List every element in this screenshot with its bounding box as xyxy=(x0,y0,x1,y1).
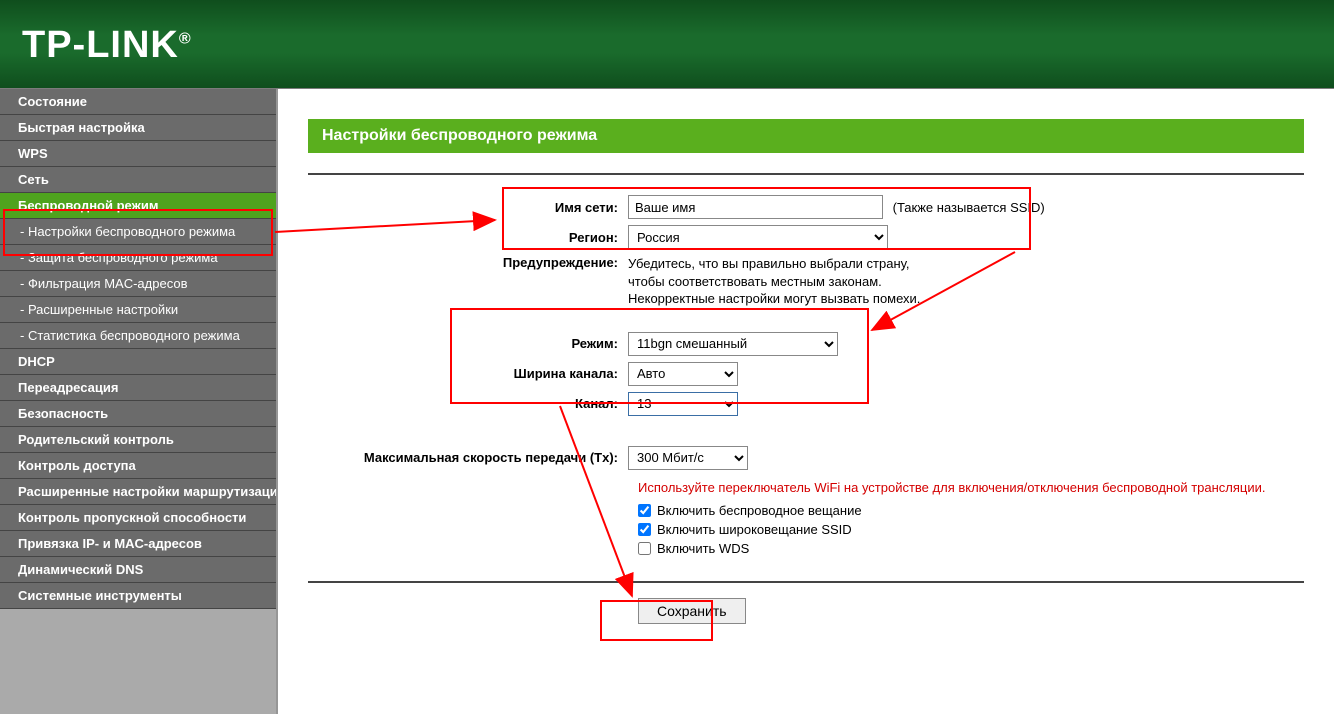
enable-wds-checkbox[interactable] xyxy=(638,542,651,555)
separator-top xyxy=(308,173,1304,175)
sidebar-item-wps[interactable]: WPS xyxy=(0,141,276,167)
sidebar-item-access[interactable]: Контроль доступа xyxy=(0,453,276,479)
txrate-label: Максимальная скорость передачи (Tx): xyxy=(308,450,628,465)
save-button[interactable]: Сохранить xyxy=(638,598,746,624)
width-label: Ширина канала: xyxy=(308,366,628,381)
sidebar-item-parental[interactable]: Родительский контроль xyxy=(0,427,276,453)
sidebar-sub-wireless-settings[interactable]: - Настройки беспроводного режима xyxy=(0,219,276,245)
sidebar-item-status[interactable]: Состояние xyxy=(0,89,276,115)
sidebar-item-ddns[interactable]: Динамический DNS xyxy=(0,557,276,583)
enable-radio-label: Включить беспроводное вещание xyxy=(657,503,862,518)
region-select[interactable]: Россия xyxy=(628,225,888,249)
sidebar-item-system[interactable]: Системные инструменты xyxy=(0,583,276,609)
sidebar-item-wireless[interactable]: Беспроводной режим xyxy=(0,193,276,219)
sidebar-item-security[interactable]: Безопасность xyxy=(0,401,276,427)
warning-label: Предупреждение: xyxy=(308,255,628,270)
mode-label: Режим: xyxy=(308,336,628,351)
sidebar-item-network[interactable]: Сеть xyxy=(0,167,276,193)
sidebar-item-dhcp[interactable]: DHCP xyxy=(0,349,276,375)
sidebar-item-bandwidth[interactable]: Контроль пропускной способности xyxy=(0,505,276,531)
enable-wds-label: Включить WDS xyxy=(657,541,749,556)
warning-text: Убедитесь, что вы правильно выбрали стра… xyxy=(628,255,920,308)
mode-select[interactable]: 11bgn смешанный xyxy=(628,332,838,356)
sidebar: Состояние Быстрая настройка WPS Сеть Бес… xyxy=(0,89,278,714)
ssid-label: Имя сети: xyxy=(308,200,628,215)
sidebar-item-quicksetup[interactable]: Быстрая настройка xyxy=(0,115,276,141)
sidebar-sub-mac-filter[interactable]: - Фильтрация MAC-адресов xyxy=(0,271,276,297)
page-title: Настройки беспроводного режима xyxy=(308,119,1304,153)
sidebar-sub-wireless-security[interactable]: - Защита беспроводного режима xyxy=(0,245,276,271)
region-label: Регион: xyxy=(308,230,628,245)
separator-bottom xyxy=(308,581,1304,583)
width-select[interactable]: Авто xyxy=(628,362,738,386)
header: TP-LINK® xyxy=(0,0,1334,89)
txrate-select[interactable]: 300 Мбит/с xyxy=(628,446,748,470)
enable-ssid-label: Включить широковещание SSID xyxy=(657,522,852,537)
brand-logo: TP-LINK® xyxy=(22,24,192,67)
ssid-hint: (Также называется SSID) xyxy=(893,200,1045,215)
sidebar-item-routing[interactable]: Расширенные настройки маршрутизации xyxy=(0,479,276,505)
enable-ssid-checkbox[interactable] xyxy=(638,523,651,536)
sidebar-item-forwarding[interactable]: Переадресация xyxy=(0,375,276,401)
ssid-input[interactable] xyxy=(628,195,883,219)
brand-text: TP-LINK xyxy=(22,24,179,66)
sidebar-sub-statistics[interactable]: - Статистика беспроводного режима xyxy=(0,323,276,349)
sidebar-sub-advanced[interactable]: - Расширенные настройки xyxy=(0,297,276,323)
wifi-switch-hint: Используйте переключатель WiFi на устрой… xyxy=(638,480,1304,495)
sidebar-item-ipmac[interactable]: Привязка IP- и MAC-адресов xyxy=(0,531,276,557)
channel-select[interactable]: 13 xyxy=(628,392,738,416)
enable-radio-checkbox[interactable] xyxy=(638,504,651,517)
channel-label: Канал: xyxy=(308,396,628,411)
content: Настройки беспроводного режима Имя сети:… xyxy=(278,89,1334,714)
